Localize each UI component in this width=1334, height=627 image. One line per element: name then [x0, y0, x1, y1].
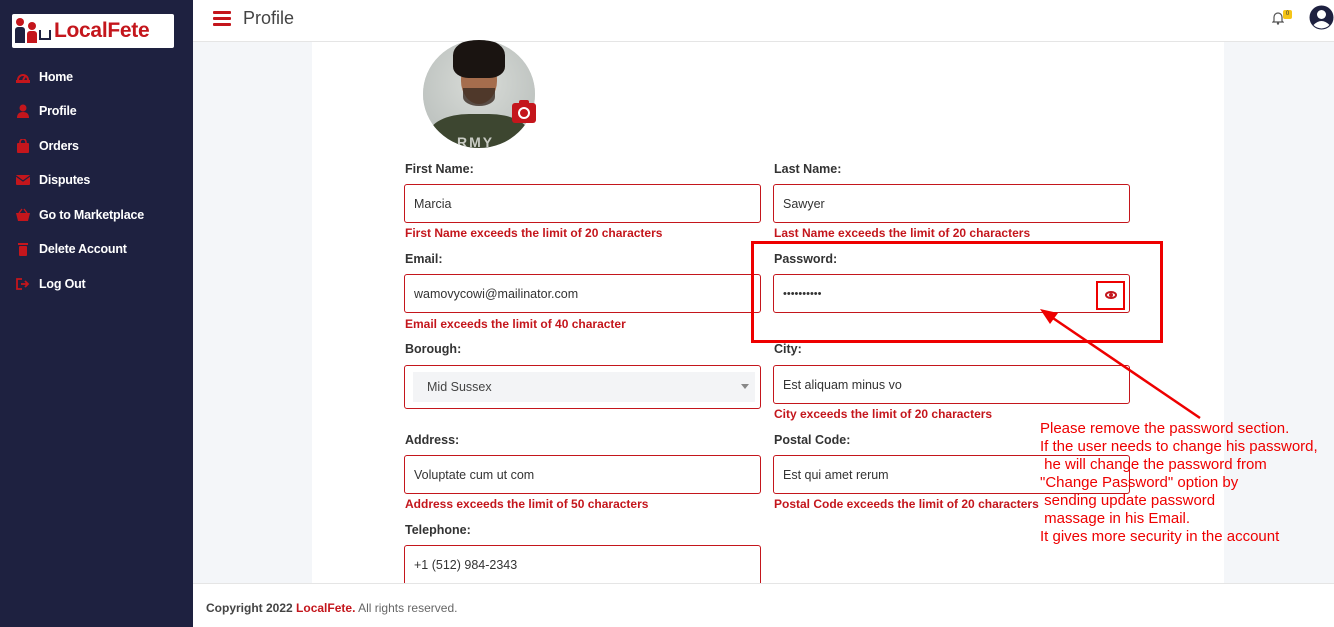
- sidebar-item-profile[interactable]: Profile: [16, 101, 77, 121]
- trash-icon: [18, 243, 28, 256]
- sidebar-item-orders[interactable]: Orders: [16, 136, 79, 156]
- footer-rights-text: All rights reserved.: [358, 601, 458, 615]
- camera-icon[interactable]: [512, 100, 536, 123]
- borough-label: Borough:: [405, 342, 462, 356]
- sidebar-item-logout[interactable]: Log Out: [16, 274, 86, 294]
- sidebar-item-label: Orders: [39, 139, 79, 153]
- city-label: City:: [774, 342, 802, 356]
- envelope-icon: [16, 175, 30, 185]
- sidebar-item-disputes[interactable]: Disputes: [16, 170, 90, 190]
- sidebar-item-delete-account[interactable]: Delete Account: [16, 239, 127, 259]
- city-error: City exceeds the limit of 20 characters: [774, 407, 993, 421]
- sidebar-item-label: Home: [39, 70, 73, 84]
- last-name-field[interactable]: Sawyer: [773, 184, 1130, 223]
- telephone-field[interactable]: +1 (512) 984-2343: [404, 545, 761, 583]
- sidebar-item-label: Log Out: [39, 277, 86, 291]
- sidebar-item-label: Disputes: [39, 173, 91, 187]
- address-field[interactable]: Voluptate cum ut com: [404, 455, 761, 494]
- top-bar: Profile 0: [193, 0, 1334, 42]
- page-title: Profile: [243, 8, 295, 28]
- address-label: Address:: [405, 433, 460, 447]
- last-name-label: Last Name:: [774, 162, 842, 176]
- notification-badge: 0: [1283, 10, 1292, 19]
- first-name-field[interactable]: Marcia: [404, 184, 761, 223]
- email-field[interactable]: wamovycowi@mailinator.com: [404, 274, 761, 313]
- sidebar: LocalFete Home Profile Orders Disputes G…: [0, 0, 193, 627]
- sidebar-item-home[interactable]: Home: [16, 67, 73, 87]
- logout-icon: [16, 278, 30, 290]
- logo[interactable]: LocalFete: [12, 14, 174, 48]
- telephone-label: Telephone:: [405, 523, 471, 537]
- footer-copyright: Copyright 2022 LocalFete. All rights res…: [206, 601, 457, 615]
- shopping-bag-icon: [17, 139, 29, 153]
- sidebar-item-marketplace[interactable]: Go to Marketplace: [16, 205, 144, 225]
- logo-text: LocalFete: [54, 19, 150, 42]
- email-label: Email:: [405, 252, 443, 266]
- borough-select[interactable]: Mid Sussex: [404, 365, 761, 409]
- user-avatar-icon[interactable]: [1309, 5, 1334, 30]
- sidebar-item-label: Go to Marketplace: [39, 208, 144, 222]
- profile-photo: RMY: [423, 40, 535, 148]
- user-icon: [17, 104, 29, 118]
- footer: Copyright 2022 LocalFete. All rights res…: [193, 583, 1334, 627]
- menu-toggle-icon[interactable]: [213, 11, 231, 27]
- dashboard-icon: [16, 74, 30, 83]
- annotation-note: Please remove the password section. If t…: [1040, 420, 1318, 545]
- chevron-down-icon: [741, 384, 749, 389]
- sidebar-item-label: Profile: [39, 104, 77, 118]
- address-error: Address exceeds the limit of 50 characte…: [405, 497, 649, 511]
- basket-icon: [16, 208, 30, 221]
- borough-value: Mid Sussex: [427, 380, 492, 394]
- footer-brand-link[interactable]: LocalFete.: [296, 601, 355, 615]
- first-name-label: First Name:: [405, 162, 474, 176]
- email-error: Email exceeds the limit of 40 character: [405, 317, 626, 331]
- borough-select-value: Mid Sussex: [413, 372, 755, 402]
- sidebar-item-label: Delete Account: [39, 242, 127, 256]
- annotation-arrow: [1040, 309, 1201, 420]
- first-name-error: First Name exceeds the limit of 20 chara…: [405, 226, 663, 240]
- postal-code-error: Postal Code exceeds the limit of 20 char…: [774, 497, 1039, 511]
- logo-figures-icon: [12, 14, 54, 48]
- last-name-error: Last Name exceeds the limit of 20 charac…: [774, 226, 1031, 240]
- postal-code-label: Postal Code:: [774, 433, 851, 447]
- footer-copyright-text: Copyright 2022: [206, 601, 293, 615]
